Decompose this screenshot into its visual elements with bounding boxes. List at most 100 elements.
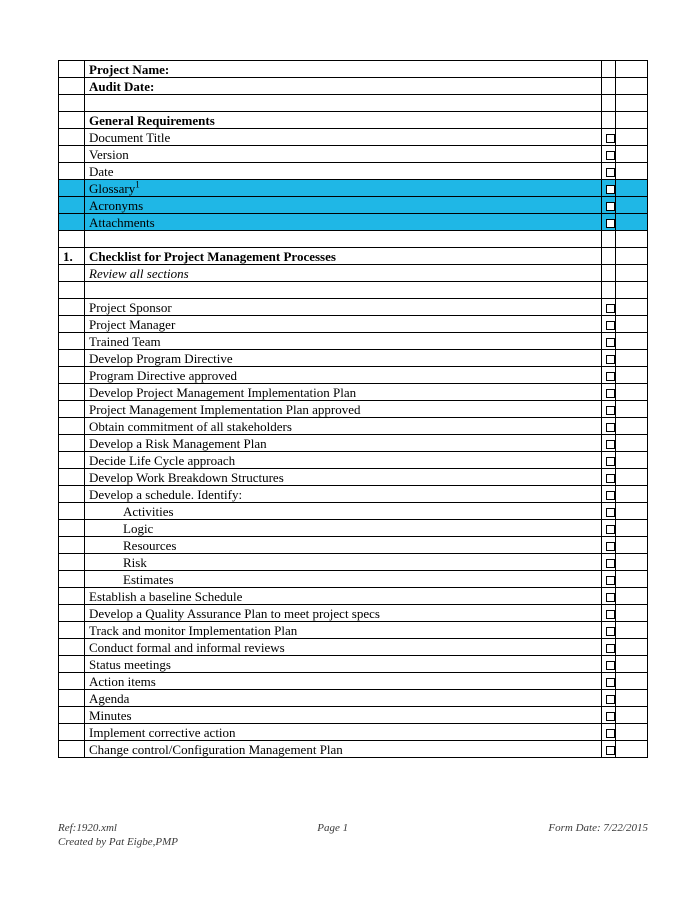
checklist-row: Change control/Configuration Management …	[59, 741, 648, 758]
checklist-item-label: Implement corrective action	[85, 724, 602, 741]
checklist-row: Date	[59, 163, 648, 180]
checklist-item-label: Track and monitor Implementation Plan	[85, 622, 602, 639]
checkbox[interactable]	[606, 321, 615, 330]
row-project-name: Project Name:	[59, 61, 648, 78]
checklist-row: Acronyms	[59, 197, 648, 214]
checkbox[interactable]	[606, 355, 615, 364]
checklist-item-label: Conduct formal and informal reviews	[85, 639, 602, 656]
field-project-name[interactable]	[616, 61, 648, 78]
checkbox[interactable]	[606, 338, 615, 347]
checklist-row: Document Title	[59, 129, 648, 146]
checkbox[interactable]	[606, 593, 615, 602]
checkbox[interactable]	[606, 695, 615, 704]
checklist-item-label: Minutes	[85, 707, 602, 724]
checkbox[interactable]	[606, 219, 615, 228]
checkbox[interactable]	[606, 134, 615, 143]
checkbox[interactable]	[606, 304, 615, 313]
checkbox[interactable]	[606, 610, 615, 619]
checkbox[interactable]	[606, 576, 615, 585]
checklist-table: Project Name: Audit Date: General Requir…	[58, 60, 648, 758]
checklist-row: Action items	[59, 673, 648, 690]
row-section1-subheading: Review all sections	[59, 265, 648, 282]
checklist-item-label: Acronyms	[85, 197, 602, 214]
checkbox[interactable]	[606, 678, 615, 687]
checkbox[interactable]	[606, 440, 615, 449]
checklist-item-label: Resources	[85, 537, 602, 554]
checklist-row: Attachments	[59, 214, 648, 231]
checklist-item-label: Project Sponsor	[85, 299, 602, 316]
checklist-row: Develop Program Directive	[59, 350, 648, 367]
checklist-row: Version	[59, 146, 648, 163]
checklist-row: Status meetings	[59, 656, 648, 673]
checkbox[interactable]	[606, 372, 615, 381]
checkbox[interactable]	[606, 508, 615, 517]
checklist-row: Develop Project Management Implementatio…	[59, 384, 648, 401]
checkbox[interactable]	[606, 729, 615, 738]
checklist-row: Obtain commitment of all stakeholders	[59, 418, 648, 435]
checkbox[interactable]	[606, 491, 615, 500]
checklist-item-label: Develop Work Breakdown Structures	[85, 469, 602, 486]
row-section1-heading: 1. Checklist for Project Management Proc…	[59, 248, 648, 265]
checklist-row: Project Manager	[59, 316, 648, 333]
checkbox[interactable]	[606, 185, 615, 194]
checklist-item-label: Develop a Quality Assurance Plan to meet…	[85, 605, 602, 622]
checkbox[interactable]	[606, 661, 615, 670]
field-audit-date[interactable]	[616, 78, 648, 95]
checklist-item-label: Estimates	[85, 571, 602, 588]
checklist-item-label: Develop a Risk Management Plan	[85, 435, 602, 452]
row-blank	[59, 231, 648, 248]
checklist-row: Logic	[59, 520, 648, 537]
checklist-row: Decide Life Cycle approach	[59, 452, 648, 469]
checklist-row: Develop a Quality Assurance Plan to meet…	[59, 605, 648, 622]
checkbox[interactable]	[606, 542, 615, 551]
checkbox[interactable]	[606, 389, 615, 398]
checkbox[interactable]	[606, 644, 615, 653]
checklist-item-label: Obtain commitment of all stakeholders	[85, 418, 602, 435]
checklist-row: Establish a baseline Schedule	[59, 588, 648, 605]
checklist-row: Agenda	[59, 690, 648, 707]
checklist-row: Implement corrective action	[59, 724, 648, 741]
checkbox[interactable]	[606, 423, 615, 432]
checklist-row: Risk	[59, 554, 648, 571]
checkbox[interactable]	[606, 406, 615, 415]
checklist-row: Project Management Implementation Plan a…	[59, 401, 648, 418]
checkbox[interactable]	[606, 168, 615, 177]
section1-number: 1.	[59, 248, 85, 265]
checklist-item-label: Decide Life Cycle approach	[85, 452, 602, 469]
section1-heading: Checklist for Project Management Process…	[85, 248, 602, 265]
checkbox[interactable]	[606, 202, 615, 211]
checklist-row: Track and monitor Implementation Plan	[59, 622, 648, 639]
checkbox[interactable]	[606, 151, 615, 160]
checklist-item-label: Glossary1	[85, 180, 602, 197]
checkbox[interactable]	[606, 559, 615, 568]
checkbox[interactable]	[606, 525, 615, 534]
checklist-row: Conduct formal and informal reviews	[59, 639, 648, 656]
footer-page: Page 1	[317, 822, 348, 834]
checklist-item-label: Logic	[85, 520, 602, 537]
checkbox[interactable]	[606, 457, 615, 466]
checklist-item-label: Activities	[85, 503, 602, 520]
checklist-row: Activities	[59, 503, 648, 520]
section1-subheading: Review all sections	[85, 265, 602, 282]
row-general-heading: General Requirements	[59, 112, 648, 129]
checklist-row: Trained Team	[59, 333, 648, 350]
checklist-row: Develop Work Breakdown Structures	[59, 469, 648, 486]
checklist-item-label: Develop Project Management Implementatio…	[85, 384, 602, 401]
label-project-name: Project Name:	[85, 61, 602, 78]
heading-general: General Requirements	[85, 112, 602, 129]
checkbox[interactable]	[606, 627, 615, 636]
checklist-row: Develop a Risk Management Plan	[59, 435, 648, 452]
checkbox[interactable]	[606, 712, 615, 721]
checklist-item-label: Develop Program Directive	[85, 350, 602, 367]
checkbox[interactable]	[606, 746, 615, 755]
checklist-item-label: Document Title	[85, 129, 602, 146]
footer-formdate: Form Date: 7/22/2015	[548, 822, 648, 834]
checklist-item-label: Action items	[85, 673, 602, 690]
checklist-item-label: Status meetings	[85, 656, 602, 673]
checklist-item-label: Establish a baseline Schedule	[85, 588, 602, 605]
checklist-row: Estimates	[59, 571, 648, 588]
checklist-item-label: Risk	[85, 554, 602, 571]
checklist-row: Minutes	[59, 707, 648, 724]
checkbox[interactable]	[606, 474, 615, 483]
checklist-item-label: Project Manager	[85, 316, 602, 333]
